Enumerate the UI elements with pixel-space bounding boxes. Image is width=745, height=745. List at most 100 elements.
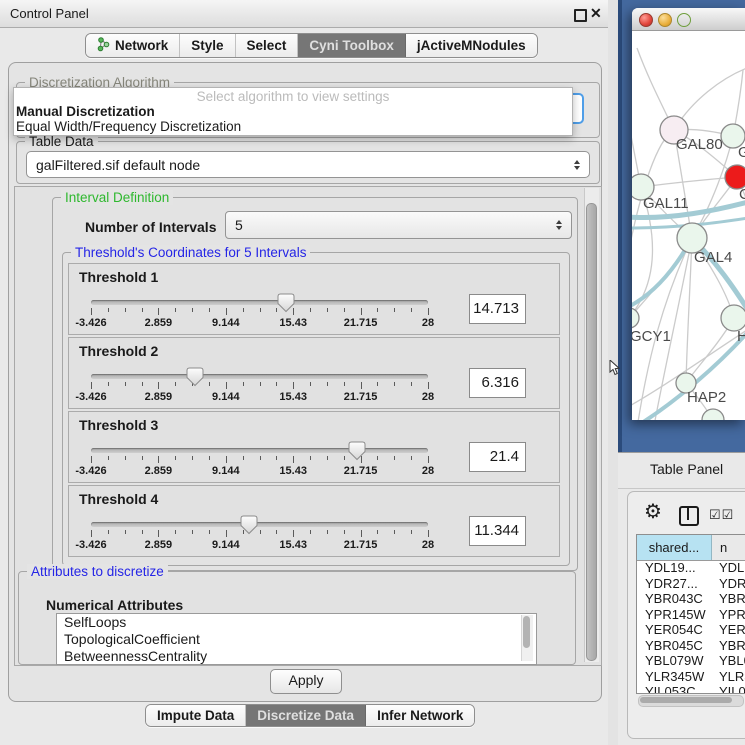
cell-shared-name[interactable]: YBR043C [637,591,711,607]
bottom-tab-infer-network[interactable]: Infer Network [366,705,474,726]
number-of-intervals-combobox[interactable]: 5 [225,211,572,239]
cell-shared-name[interactable]: YLR345W [637,669,711,685]
numerical-attributes-list[interactable]: SelfLoopsTopologicalCoefficientBetweenne… [56,613,537,665]
slider-thumb[interactable] [348,441,366,461]
slider-tick [125,382,126,386]
dropdown-option-equal-width-frequency[interactable]: Equal Width/Frequency Discretization [16,119,570,134]
threshold-value-field[interactable]: 14.713 [469,294,526,324]
apply-button[interactable]: Apply [270,669,342,694]
table-data-combobox[interactable]: galFiltered.sif default node [26,151,590,178]
tab-network[interactable]: Network [86,34,180,57]
slider-tick [158,308,159,315]
slider-tick [361,530,362,537]
slider-track[interactable] [91,374,428,379]
slider-tick [260,456,261,460]
cell-name[interactable]: YDR2 [711,576,745,592]
cell-shared-name[interactable]: YDL19... [637,560,711,576]
table-horizontal-scrollbar-thumb[interactable] [640,697,732,703]
minimize-traffic-light[interactable] [658,13,672,27]
slider-track[interactable] [91,300,428,305]
table-row[interactable]: YDL19...YDL1 [637,560,745,576]
zoom-traffic-light[interactable] [677,13,691,27]
network-view-window[interactable]: GAL80GCGAL11GAL4GCY1HHAP2 [632,8,745,420]
slider-tick-label: 9.144 [212,465,240,477]
table-row[interactable]: YLR345WYLR3 [637,669,745,685]
close-traffic-light[interactable] [639,13,653,27]
combo-arrows-icon [574,160,580,170]
threshold-value-field[interactable]: 6.316 [469,368,526,398]
network-node[interactable] [702,409,724,420]
slider-tick-label: 2.859 [145,539,173,551]
cell-shared-name[interactable]: YBL079W [637,653,711,669]
cell-name[interactable]: YBR0 [711,591,745,607]
slider-tick [175,382,176,386]
table-row[interactable]: YBL079WYBL0 [637,653,745,669]
tab-label: Impute Data [157,708,234,723]
cell-name[interactable]: YPR1 [711,607,745,623]
cell-name[interactable]: YDL1 [711,560,745,576]
slider-tick [377,308,378,312]
column-header-name[interactable]: n [712,535,745,560]
tab-select[interactable]: Select [236,34,299,57]
slider-tick [175,456,176,460]
threshold-value-field[interactable]: 21.4 [469,442,526,472]
tab-jactivemnodules[interactable]: jActiveMNodules [406,34,537,57]
slider-tick [394,308,395,312]
column-layout-icon[interactable] [679,506,699,526]
slider-track[interactable] [91,448,428,453]
slider-tick [243,456,244,460]
table-row[interactable]: YPR145WYPR1 [637,607,745,623]
vertical-scrollbar-thumb[interactable] [586,203,597,661]
cell-shared-name[interactable]: YDR27... [637,576,711,592]
slider-tick [394,456,395,460]
bottom-tab-discretize-data[interactable]: Discretize Data [246,705,366,726]
number-of-intervals-label: Number of Intervals [85,219,216,235]
threshold-label: Threshold 3 [79,417,158,433]
cell-name[interactable]: YBR0 [711,638,745,654]
cell-shared-name[interactable]: YPR145W [637,607,711,623]
slider-tick [327,530,328,534]
cell-name[interactable]: YLR3 [711,669,745,685]
network-canvas[interactable]: GAL80GCGAL11GAL4GCY1HHAP2 [632,30,745,420]
slider-tick [428,382,429,389]
dropdown-option-manual-discretization[interactable]: Manual Discretization [16,104,570,119]
attribute-list-item[interactable]: BetweennessCentrality [57,648,536,665]
attribute-list-item[interactable]: SelfLoops [57,614,536,631]
select-columns-icon[interactable]: ☑☑ [709,507,734,523]
cell-shared-name[interactable]: YBR045C [637,638,711,654]
tab-style[interactable]: Style [180,34,235,57]
float-window-icon[interactable] [574,9,587,22]
cell-shared-name[interactable]: YER054C [637,622,711,638]
cell-name[interactable]: YBL0 [711,653,745,669]
slider-tick [310,308,311,312]
table-row[interactable]: YBR043CYBR0 [637,591,745,607]
close-icon[interactable]: ✕ [590,5,602,22]
table-row[interactable]: YER054CYER0 [637,622,745,638]
threshold-value-field[interactable]: 11.344 [469,516,526,546]
slider-tick-label: -3.426 [75,391,106,403]
network-edge[interactable] [641,177,737,187]
slider-tick [394,382,395,386]
cell-name[interactable]: YER0 [711,622,745,638]
tab-cyni-toolbox[interactable]: Cyni Toolbox [298,34,406,57]
attributes-scrollbar-thumb[interactable] [523,616,530,648]
column-header-shared-name[interactable]: shared... [637,535,712,560]
table-row[interactable]: YDR27...YDR2 [637,576,745,592]
gear-icon[interactable]: ⚙ [644,502,662,522]
slider-tick-label: 9.144 [212,539,240,551]
cell-shared-name[interactable]: YIL053C [637,684,711,694]
table-row[interactable]: YBR045CYBR0 [637,638,745,654]
slider-tick-label: 2.859 [145,391,173,403]
slider-thumb[interactable] [277,293,295,313]
attribute-list-item[interactable]: TopologicalCoefficient [57,631,536,648]
dropdown-placeholder-item[interactable]: Select algorithm to view settings [16,89,570,104]
network-edge[interactable] [686,238,692,383]
table-row[interactable]: YIL053CYIL0 [637,684,745,694]
network-window-titlebar[interactable] [632,8,745,31]
slider-thumb[interactable] [240,515,258,535]
network-node-gcy1[interactable] [632,308,639,328]
bottom-tab-impute-data[interactable]: Impute Data [146,705,246,726]
slider-thumb[interactable] [186,367,204,387]
slider-track[interactable] [91,522,428,527]
cell-name[interactable]: YIL0 [711,684,745,694]
